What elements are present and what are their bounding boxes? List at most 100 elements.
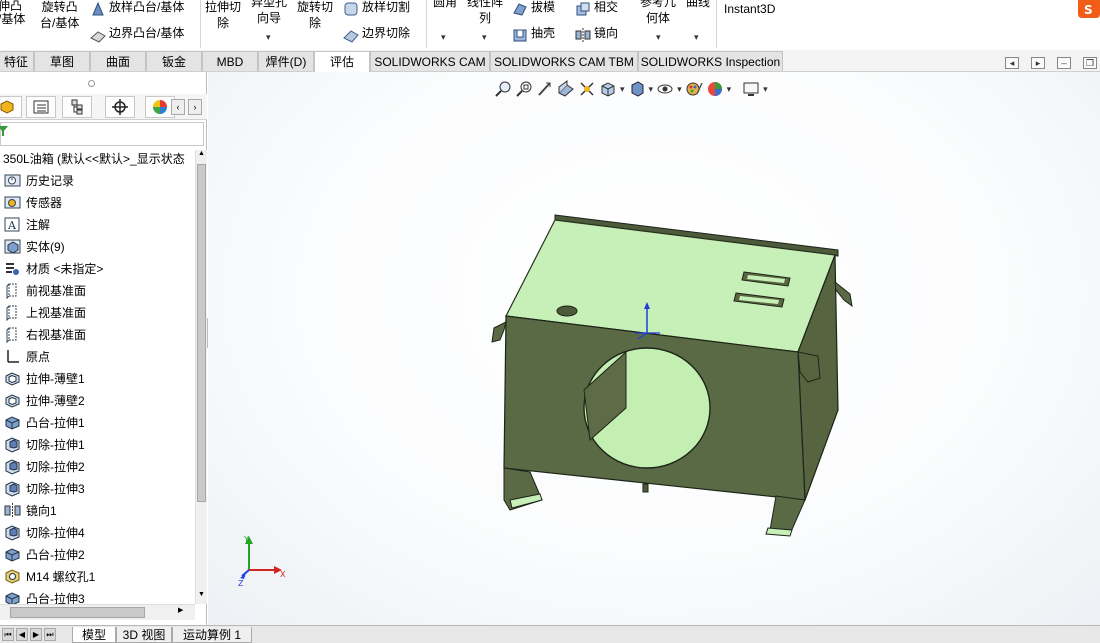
tree-horizontal-scrollbar[interactable]: ▶ [0, 604, 195, 620]
tab-weldments[interactable]: 焊件(D) [258, 51, 314, 71]
tab-sketch[interactable]: 草图 [34, 51, 90, 71]
hole-wizard-button[interactable]: 异型孔 向导 [251, 0, 287, 25]
tab-model[interactable]: 模型 [72, 627, 116, 643]
last-tab-icon[interactable]: ⏭ [44, 628, 56, 641]
first-tab-icon[interactable]: ⏮ [2, 628, 14, 641]
tree-item[interactable]: 切除-拉伸2 [4, 456, 85, 476]
tree-item[interactable]: 凸台-拉伸2 [4, 544, 85, 564]
hide-show-dropdown-icon[interactable]: ▾ [677, 84, 682, 95]
tree-item[interactable]: 凸台-拉伸1 [4, 412, 85, 432]
tree-item[interactable]: 上视基准面 [4, 302, 86, 322]
view-orientation-icon[interactable] [599, 80, 617, 98]
extruded-cut-button[interactable]: 拉伸切 除 [205, 1, 241, 30]
fillet-button[interactable]: 圆角 [433, 0, 457, 9]
hscrollbar-thumb[interactable] [10, 607, 145, 618]
tree-item[interactable]: 切除-拉伸3 [4, 478, 85, 498]
reference-geometry-dropdown-icon[interactable]: ▾ [656, 32, 661, 43]
shell-button[interactable]: 抽壳 [512, 27, 555, 43]
tab-motion-study-1[interactable]: 运动算例 1 [172, 627, 252, 643]
tile-right-icon[interactable]: ▸ [1031, 57, 1045, 69]
reference-geometry-button[interactable]: 参考几 何体 [640, 0, 676, 25]
lofted-cut-button[interactable]: 放样切割 [343, 1, 410, 17]
panel-grip-icon[interactable] [88, 80, 95, 87]
tree-filter-input[interactable] [0, 122, 204, 146]
tree-item[interactable]: 拉伸-薄壁2 [4, 390, 85, 410]
section-view-icon[interactable] [557, 80, 575, 98]
display-style-dropdown-icon[interactable]: ▾ [649, 84, 654, 95]
tree-item[interactable]: 前视基准面 [4, 280, 86, 300]
linear-pattern-button[interactable]: 线性阵 列 [467, 0, 503, 25]
fillet-dropdown-icon[interactable]: ▾ [441, 32, 446, 43]
hide-show-items-icon[interactable] [656, 80, 674, 98]
tree-item[interactable]: 材质 <未指定> [4, 258, 103, 278]
tab-sheet-metal[interactable]: 钣金 [146, 51, 202, 71]
tab-3d-view[interactable]: 3D 视图 [116, 627, 172, 643]
zoom-to-area-icon[interactable] [515, 80, 533, 98]
view-orientation-dropdown-icon[interactable]: ▾ [620, 84, 625, 95]
prev-tab-icon[interactable]: ◀ [16, 628, 28, 641]
sogou-ime-icon[interactable]: S [1076, 0, 1100, 18]
next-tab-icon[interactable]: ▶ [30, 628, 42, 641]
reference-triad[interactable]: X Y Z [236, 532, 292, 588]
propertymanager-tab[interactable] [26, 96, 56, 118]
dynamic-annotation-icon[interactable] [578, 80, 596, 98]
restore-icon[interactable]: ❐ [1083, 57, 1097, 69]
hole-wizard-dropdown-icon[interactable]: ▾ [266, 32, 271, 43]
tree-item[interactable]: 凸台-拉伸3 [4, 588, 85, 604]
tree-item[interactable]: M14 螺纹孔1 [4, 566, 95, 586]
tree-item[interactable]: 右视基准面 [4, 324, 86, 344]
draft-button[interactable]: 拔模 [512, 1, 555, 17]
tabs-scroll-left-icon[interactable]: ‹ [171, 99, 185, 115]
tab-features[interactable]: 特征 [0, 51, 34, 71]
tree-item[interactable]: 拉伸-薄壁1 [4, 368, 85, 388]
tab-mbd[interactable]: MBD [202, 51, 258, 71]
mirror-button[interactable]: 镜向 [575, 27, 618, 43]
scroll-up-icon[interactable]: ▲ [197, 150, 206, 162]
dimxpert-tab[interactable] [105, 96, 135, 118]
revolved-boss-button[interactable]: 旋转凸 台/基体 [40, 1, 79, 30]
tree-item[interactable]: 镜向1 [4, 500, 57, 520]
oil-tank-model[interactable] [480, 210, 860, 540]
linear-pattern-dropdown-icon[interactable]: ▾ [482, 32, 487, 43]
scrollbar-thumb[interactable] [197, 164, 206, 502]
tree-item[interactable]: A 注解 [4, 214, 50, 234]
tile-left-icon[interactable]: ◂ [1005, 57, 1019, 69]
tree-item[interactable]: 切除-拉伸1 [4, 434, 85, 454]
boundary-cut-button[interactable]: 边界切除 [343, 27, 410, 43]
revolved-cut-button[interactable]: 旋转切 除 [297, 1, 333, 30]
boundary-boss-button[interactable]: 边界凸台/基体 [90, 27, 184, 43]
display-style-icon[interactable] [628, 80, 646, 98]
featuremanager-tree-tab[interactable] [0, 96, 22, 118]
apply-scene-icon[interactable] [706, 80, 724, 98]
swept-boss-button[interactable]: 放样凸台/基体 [90, 1, 184, 17]
tree-item[interactable]: 切除-拉伸4 [4, 522, 85, 542]
curves-dropdown-icon[interactable]: ▾ [694, 32, 699, 43]
view-settings-icon[interactable] [742, 80, 760, 98]
tab-solidworks-inspection[interactable]: SOLIDWORKS Inspection [638, 51, 783, 71]
apply-scene-dropdown-icon[interactable]: ▾ [727, 84, 732, 95]
tab-solidworks-cam-tbm[interactable]: SOLIDWORKS CAM TBM [490, 51, 638, 71]
previous-view-icon[interactable] [536, 80, 554, 98]
tree-item[interactable]: 传感器 [4, 192, 62, 212]
scroll-right-icon[interactable]: ▶ [178, 606, 183, 614]
minimize-icon[interactable]: – [1057, 57, 1071, 69]
tree-item[interactable]: 历史记录 [4, 170, 74, 190]
view-settings-dropdown-icon[interactable]: ▾ [763, 84, 768, 95]
configurationmanager-tab[interactable] [62, 96, 92, 118]
curves-button[interactable]: 曲线 [686, 0, 710, 9]
tab-evaluate[interactable]: 评估 [314, 51, 370, 72]
tabs-scroll-right-icon[interactable]: › [188, 99, 202, 115]
tree-root-part[interactable]: 350L油箱 (默认<<默认>_显示状态 [0, 150, 195, 168]
tree-vertical-scrollbar[interactable]: ▲ ▼ [195, 150, 207, 604]
intersect-button[interactable]: 相交 [575, 1, 618, 17]
tab-surfaces[interactable]: 曲面 [90, 51, 146, 71]
scroll-down-icon[interactable]: ▼ [197, 591, 206, 603]
curves-label: 曲线 [686, 0, 711, 9]
tab-solidworks-cam[interactable]: SOLIDWORKS CAM [370, 51, 490, 71]
tree-item[interactable]: 原点 [4, 346, 50, 366]
edit-appearance-icon[interactable] [685, 80, 703, 98]
zoom-to-fit-icon[interactable] [494, 80, 512, 98]
tree-item[interactable]: 实体(9) [4, 236, 65, 256]
extruded-boss-button[interactable]: 伸凸 /基体 [0, 0, 25, 26]
instant3d-button[interactable]: Instant3D [724, 3, 775, 16]
